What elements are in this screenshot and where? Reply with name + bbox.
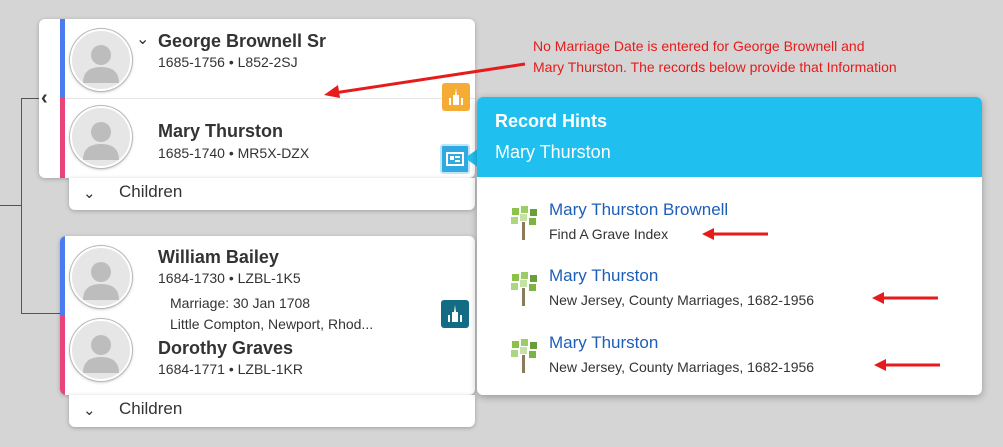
tree-icon (511, 206, 537, 240)
tree-icon (511, 272, 537, 306)
back-arrow-button[interactable]: ‹ (41, 87, 59, 109)
avatar[interactable] (70, 319, 132, 381)
record-hints-person: Mary Thurston (495, 142, 611, 162)
annotation-arrow-icon (324, 62, 526, 98)
record-hints-header: Record Hints Mary Thurston (477, 97, 982, 177)
mother-name[interactable]: Dorothy Graves (158, 338, 293, 359)
avatar[interactable] (70, 246, 132, 308)
hint-source: Find A Grave Index (549, 226, 669, 242)
hint-source: New Jersey, County Marriages, 1682-1956 (549, 292, 815, 308)
record-hints-panel: Record Hints Mary Thurston Mary Thurston… (477, 97, 982, 395)
tree-connector-left (0, 205, 22, 206)
annotation-arrow-icon (872, 292, 938, 304)
tree-connector-top (21, 98, 39, 99)
chevron-left-icon: ‹ (41, 87, 48, 109)
temple-icon[interactable] (441, 300, 469, 328)
father-lifespan-id: 1685-1756 • L852-2SJ (158, 54, 298, 70)
record-hints-title: Record Hints (495, 111, 608, 131)
female-color-strip (60, 98, 65, 178)
chevron-down-icon[interactable]: ⌄ (136, 29, 149, 49)
person-silhouette-icon (83, 45, 119, 83)
male-color-strip (60, 19, 65, 98)
father-name[interactable]: George Brownell Sr (158, 31, 326, 52)
person-silhouette-icon (83, 122, 119, 160)
annotation-line-2: Mary Thurston. The records below provide… (533, 59, 897, 75)
couple-card-william-dorothy[interactable]: William Bailey 1684-1730 • LZBL-1K5 Marr… (60, 236, 475, 395)
mother-lifespan-id: 1685-1740 • MR5X-DZX (158, 145, 310, 161)
chevron-down-icon: ⌄ (83, 402, 96, 419)
hint-name-link[interactable]: Mary Thurston (549, 266, 658, 286)
annotation-arrow-icon (702, 228, 768, 240)
mother-name[interactable]: Mary Thurston (158, 121, 283, 142)
person-silhouette-icon (83, 335, 119, 373)
avatar[interactable] (70, 29, 132, 91)
mother-lifespan-id: 1684-1771 • LZBL-1KR (158, 361, 303, 377)
children-label: Children (119, 399, 183, 418)
male-color-strip (60, 236, 65, 315)
father-lifespan-id: 1684-1730 • LZBL-1K5 (158, 270, 301, 286)
annotation-line-1: No Marriage Date is entered for George B… (533, 38, 865, 54)
hint-name-link[interactable]: Mary Thurston (549, 333, 658, 353)
marriage-place: Little Compton, Newport, Rhod... (170, 316, 374, 332)
tree-connector-vertical (21, 98, 22, 314)
children-expander[interactable]: ⌄ Children (69, 178, 475, 210)
children-expander[interactable]: ⌄ Children (69, 395, 475, 427)
avatar[interactable] (70, 106, 132, 168)
person-silhouette-icon (83, 262, 119, 300)
hint-source: New Jersey, County Marriages, 1682-1956 (549, 359, 815, 375)
chevron-down-icon: ⌄ (83, 185, 96, 202)
hint-name-link[interactable]: Mary Thurston Brownell (549, 200, 728, 220)
father-name[interactable]: William Bailey (158, 247, 279, 268)
tree-connector-bottom (21, 313, 61, 314)
female-color-strip (60, 315, 65, 395)
children-label: Children (119, 182, 183, 201)
marriage-date: Marriage: 30 Jan 1708 (170, 295, 311, 311)
annotation-arrow-icon (874, 359, 940, 371)
tree-icon (511, 339, 537, 373)
